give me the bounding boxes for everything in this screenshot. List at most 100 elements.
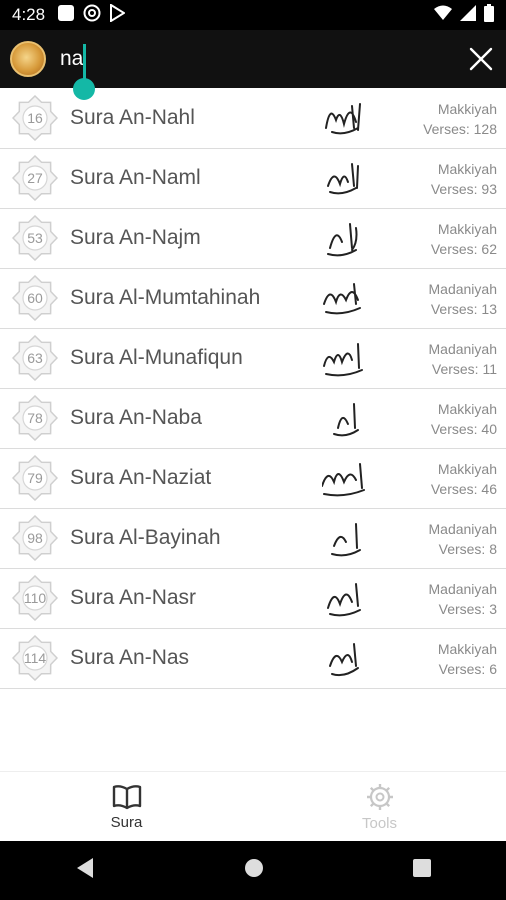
book-icon: [112, 784, 141, 809]
revelation-type: Makkiyah: [437, 401, 497, 417]
sura-row[interactable]: 60 Sura Al-Mumtahinah Madaniyah Verses: 13: [0, 269, 506, 329]
sura-number-badge: 114: [12, 635, 58, 681]
sura-meta: Madaniyah Verses: 8: [429, 519, 498, 559]
sura-row[interactable]: 53 Sura An-Najm Makkiyah Verses: 62: [0, 209, 506, 269]
verse-count: Verses: 128: [423, 121, 497, 137]
gear-icon: [366, 783, 393, 810]
sura-list: 16 Sura An-Nahl Makkiyah Verses: 128 27 Sura …: [0, 89, 506, 689]
sura-number-badge: 60: [12, 275, 58, 321]
sura-row[interactable]: 27 Sura An-Naml Makkiyah Verses: 93: [0, 149, 506, 209]
arabic-calligraphy-icon: [327, 163, 359, 195]
nav-tab-tools[interactable]: Tools: [253, 772, 506, 842]
at-icon: [83, 4, 101, 27]
recents-icon: [413, 859, 432, 877]
sura-name: Sura Al-Munafiqun: [70, 346, 243, 369]
status-bar: 4:28: [0, 0, 506, 30]
app-logo[interactable]: [10, 41, 46, 77]
sura-number: 114: [23, 650, 47, 666]
sura-meta: Makkiyah Verses: 46: [431, 459, 497, 499]
sura-row[interactable]: 114 Sura An-Nas Makkiyah Verses: 6: [0, 629, 506, 689]
revelation-type: Makkiyah: [437, 641, 497, 657]
sura-name: Sura An-Naziat: [70, 466, 212, 489]
home-icon: [244, 859, 263, 877]
verse-count: Verses: 13: [430, 301, 497, 317]
arabic-calligraphy-icon: [329, 643, 359, 677]
sura-meta: Makkiyah Verses: 6: [438, 639, 497, 679]
bottom-navigation: Sura Tools: [0, 771, 506, 842]
sura-number: 53: [27, 230, 43, 246]
revelation-type: Madaniyah: [428, 581, 498, 597]
arabic-calligraphy-icon: [325, 103, 361, 135]
sura-number: 78: [27, 410, 43, 426]
arabic-calligraphy-icon: [322, 463, 365, 497]
sura-number-badge: 63: [12, 335, 58, 381]
sura-name: Sura An-Nahl: [70, 106, 195, 129]
arabic-calligraphy-icon: [327, 223, 358, 257]
sura-number: 79: [27, 470, 43, 486]
sura-meta: Madaniyah Verses: 3: [429, 579, 498, 619]
verse-count: Verses: 46: [430, 481, 497, 497]
recents-button[interactable]: [413, 859, 432, 882]
search-input[interactable]: [60, 47, 420, 71]
sura-number-badge: 98: [12, 515, 58, 561]
square-icon: [57, 4, 75, 27]
revelation-type: Makkiyah: [437, 101, 497, 117]
sura-name: Sura An-Naml: [70, 166, 201, 189]
revelation-type: Makkiyah: [437, 461, 497, 477]
sura-row[interactable]: 110 Sura An-Nasr Madaniyah Verses: 3: [0, 569, 506, 629]
sura-meta: Makkiyah Verses: 128: [423, 99, 497, 139]
sura-row[interactable]: 16 Sura An-Nahl Makkiyah Verses: 128: [0, 89, 506, 149]
wifi-icon: [434, 5, 452, 26]
sura-meta: Makkiyah Verses: 62: [431, 219, 497, 259]
arabic-calligraphy-icon: [323, 343, 363, 377]
sura-name: Sura Al-Mumtahinah: [70, 286, 261, 309]
play-store-icon: [109, 2, 127, 27]
status-notification-icons: [57, 2, 127, 27]
sura-name: Sura An-Naba: [70, 406, 202, 429]
close-button[interactable]: [466, 44, 496, 74]
sura-row[interactable]: 79 Sura An-Naziat Makkiyah Verses: 46: [0, 449, 506, 509]
verse-count: Verses: 40: [430, 421, 497, 437]
sura-meta: Makkiyah Verses: 93: [431, 159, 497, 199]
back-icon: [76, 858, 93, 878]
sura-number-badge: 110: [12, 575, 58, 621]
arabic-calligraphy-icon: [327, 583, 361, 617]
nav-tab-sura[interactable]: Sura: [0, 772, 253, 842]
arabic-calligraphy-icon: [331, 523, 361, 557]
sura-number-badge: 78: [12, 395, 58, 441]
nav-label-tools: Tools: [361, 814, 398, 832]
sura-name: Sura An-Najm: [70, 226, 201, 249]
sura-number: 27: [27, 170, 43, 186]
sura-meta: Makkiyah Verses: 40: [431, 399, 497, 439]
sura-number-badge: 53: [12, 215, 58, 261]
sura-number: 110: [23, 590, 47, 606]
status-system-icons: [434, 3, 494, 27]
sura-row[interactable]: 98 Sura Al-Bayinah Madaniyah Verses: 8: [0, 509, 506, 569]
system-navigation-bar: [0, 841, 506, 900]
arabic-calligraphy-icon: [333, 403, 359, 437]
sura-row[interactable]: 78 Sura An-Naba Makkiyah Verses: 40: [0, 389, 506, 449]
verse-count: Verses: 11: [431, 361, 497, 377]
close-icon: [469, 47, 493, 71]
status-time: 4:28: [12, 5, 46, 24]
sura-name: Sura An-Nas: [70, 646, 190, 669]
verse-count: Verses: 3: [438, 601, 497, 617]
sura-number-badge: 16: [12, 95, 58, 141]
sura-name: Sura An-Nasr: [70, 586, 197, 609]
signal-icon: [460, 4, 476, 26]
home-button[interactable]: [244, 858, 264, 883]
revelation-type: Makkiyah: [437, 221, 497, 237]
sura-meta: Madaniyah Verses: 13: [429, 279, 498, 319]
search-toolbar: [0, 30, 506, 88]
nav-label-sura: Sura: [110, 813, 143, 831]
back-button[interactable]: [75, 857, 95, 884]
revelation-type: Madaniyah: [428, 521, 498, 537]
revelation-type: Makkiyah: [437, 161, 497, 177]
verse-count: Verses: 8: [438, 541, 497, 557]
sura-row[interactable]: 63 Sura Al-Munafiqun Madaniyah Verses: 11: [0, 329, 506, 389]
verse-count: Verses: 62: [430, 241, 497, 257]
sura-number: 60: [27, 290, 43, 306]
sura-name: Sura Al-Bayinah: [70, 526, 221, 549]
revelation-type: Madaniyah: [428, 341, 498, 357]
battery-icon: [484, 3, 494, 27]
